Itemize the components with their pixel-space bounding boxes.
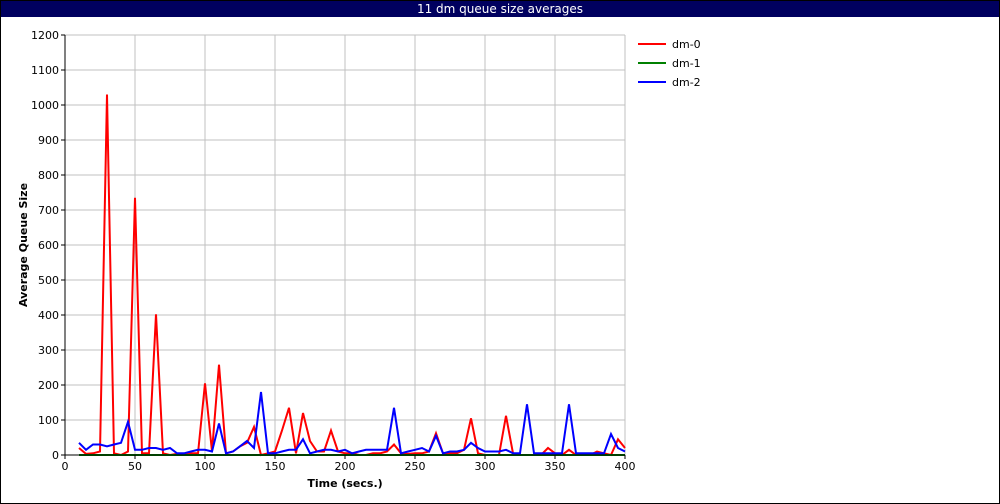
y-tick-label-1: 100 <box>38 414 59 427</box>
legend-label-dm-0: dm-0 <box>672 38 701 51</box>
x-tick-label-8: 400 <box>615 460 636 473</box>
y-tick-label-11: 1100 <box>31 64 59 77</box>
y-axis-title: Average Queue Size <box>17 183 30 307</box>
x-axis-title: Time (secs.) <box>307 477 382 490</box>
y-tick-label-8: 800 <box>38 169 59 182</box>
y-tick-label-2: 200 <box>38 379 59 392</box>
y-tick-label-9: 900 <box>38 134 59 147</box>
x-tick-label-2: 100 <box>195 460 216 473</box>
x-tick-label-3: 150 <box>265 460 286 473</box>
legend-label-dm-1: dm-1 <box>672 57 701 70</box>
x-tick-label-0: 0 <box>62 460 69 473</box>
y-tick-label-6: 600 <box>38 239 59 252</box>
y-tick-label-0: 0 <box>52 449 59 462</box>
y-tick-label-5: 500 <box>38 274 59 287</box>
x-tick-label-1: 50 <box>128 460 142 473</box>
x-tick-label-4: 200 <box>335 460 356 473</box>
legend: dm-0 dm-1 dm-2 <box>638 38 701 89</box>
grid-lines <box>65 34 626 455</box>
y-tick-label-7: 700 <box>38 204 59 217</box>
chart-canvas: 0 50 100 150 200 250 300 350 400 0 100 200 300 400 500… <box>17 29 701 490</box>
y-tick-label-4: 400 <box>38 309 59 322</box>
y-tick-label-3: 300 <box>38 344 59 357</box>
x-tick-label-6: 300 <box>475 460 496 473</box>
x-tick-label-7: 350 <box>545 460 566 473</box>
y-tick-label-12: 1200 <box>31 29 59 42</box>
x-tick-label-5: 250 <box>405 460 426 473</box>
y-tick-label-10: 1000 <box>31 99 59 112</box>
legend-label-dm-2: dm-2 <box>672 76 701 89</box>
